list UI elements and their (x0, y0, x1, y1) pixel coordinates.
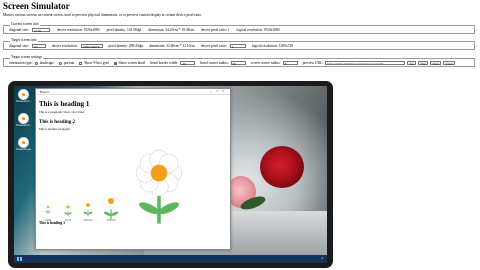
screen-radius-label: screen corner radius: (250, 61, 281, 66)
taskbar: 1 (14, 255, 327, 263)
browser-window[interactable]: Bosom –□× This is heading 1 This is a pa… (35, 88, 231, 250)
show-bezel-label: Show screen bezel (118, 61, 146, 66)
target-logical: logical resolution: 1280x720 (251, 44, 294, 48)
flower-image (102, 192, 120, 220)
desktop-icon[interactable]: Screensim.b... (16, 113, 32, 127)
desktop-icon-label: Screensim.b... (16, 100, 32, 103)
flower-image (63, 202, 73, 217)
target-diagonal-label: diagonal size: (9, 44, 29, 48)
desktop-icon-label: Screensim.b... (16, 124, 32, 127)
flower-image (82, 199, 94, 217)
desktop-icon[interactable]: Screensim.ap... (16, 137, 33, 151)
target-dimension: dimension: 22.06cm * 12.10cm (149, 44, 195, 48)
paragraph-1: This is a paragraph. Short color Value (39, 110, 85, 114)
save-button[interactable]: Save (430, 61, 442, 66)
current-logical: logical resolution: 1920x1080 (236, 28, 280, 32)
go-button[interactable]: Go (407, 61, 417, 66)
current-dimension: dimension: 34.45cm * 19.38cm (148, 28, 194, 32)
portrait-radio[interactable] (58, 61, 62, 65)
flower-size-label: 150x150 (106, 219, 116, 222)
load-button[interactable]: Load (443, 61, 455, 66)
target-ratio-input[interactable]: 2 (229, 44, 246, 49)
flower-icon (17, 137, 29, 148)
flower-icon (17, 113, 29, 124)
desktop-icon-label: Screensim.ap... (16, 148, 33, 151)
device-screen: Screensim.b... Screensim.b... Screensim.… (14, 86, 327, 263)
windows-start-icon[interactable] (17, 256, 22, 262)
flower-icon (17, 89, 29, 100)
flower-image (135, 149, 183, 224)
current-diagonal-input[interactable]: 15.56 (31, 28, 50, 33)
window-content: This is heading 1 This is a paragraph. S… (36, 95, 230, 225)
current-screen-section: Current screen info diagonal size: 15.56… (3, 22, 475, 34)
target-resolution-select[interactable]: 2560x1600 ▾ (80, 44, 103, 49)
taskbar-clock: 1 (321, 256, 323, 260)
bezel-radius-label: bezel corner radius: (200, 61, 229, 66)
flower-images: 50x50 75x75 100x100 150x150 (44, 149, 183, 224)
orientation-label: orientation type: (9, 61, 33, 66)
window-title: Bosom (40, 89, 50, 94)
portrait-label: portrait (63, 61, 75, 66)
current-screen-legend: Current screen info (10, 22, 40, 27)
bezel-width-label: bezel border width: (150, 61, 179, 66)
screen-radius-input[interactable]: 8 (282, 61, 298, 66)
device-bezel: Screensim.b... Screensim.b... Screensim.… (8, 81, 333, 268)
target-resolution-label: device resolution: (51, 44, 78, 48)
settings-legend: Target screen settings (10, 55, 44, 60)
flower-size-label: 75x75 (65, 219, 72, 222)
preview-url-input[interactable]: https://alpha.isunshare.net/device/scree… (325, 61, 406, 66)
target-diagonal-input[interactable]: 9.5 (31, 44, 46, 49)
target-screen-section: Target screen info diagonal size: 9.5 de… (3, 38, 475, 50)
chevron-down-icon: ▾ (97, 45, 100, 49)
diagonal-label: diagonal size: (9, 28, 29, 32)
heading-3: This is heading 3 (39, 221, 65, 225)
desktop-icon[interactable]: Screensim.b... (16, 89, 32, 103)
flower-size-label: 100x100 (83, 219, 93, 222)
current-resolution: device resolution: 1920x1080 (56, 28, 100, 32)
flower-image (44, 203, 52, 214)
show-grid-checkbox[interactable] (79, 61, 83, 65)
current-density: pixel density: 141.58dpi (106, 28, 142, 32)
target-screen-legend: Target screen info (10, 38, 38, 43)
show-grid-label: Show 9-box grid (84, 61, 109, 66)
show-bezel-checkbox[interactable] (113, 61, 117, 65)
close-icon[interactable]: × (222, 89, 228, 93)
current-ratio: device pixel ratio: 1 (200, 28, 230, 32)
settings-section: Target screen settings orientation type:… (3, 55, 475, 67)
target-ratio-label: device pixel ratio: (200, 44, 227, 48)
preview-url-label: preview URL: (302, 61, 324, 66)
heading-1: This is heading 1 (39, 100, 90, 108)
landscape-label: landscape (39, 61, 54, 66)
landscape-radio[interactable] (34, 61, 38, 65)
bezel-radius-input[interactable]: 30 (230, 61, 246, 66)
bezel-width-input[interactable]: 40 (180, 61, 196, 66)
page-title: Screen Simulator (3, 1, 70, 11)
red-rose-image (260, 146, 304, 188)
target-resolution-value: 2560x1600 (82, 45, 97, 49)
use-button[interactable]: Use (418, 61, 429, 66)
window-controls: –□× (210, 89, 228, 93)
target-density: pixel density: 298.43dpi (108, 44, 144, 48)
page-subtitle: Mimics various screens on current screen… (3, 13, 202, 17)
